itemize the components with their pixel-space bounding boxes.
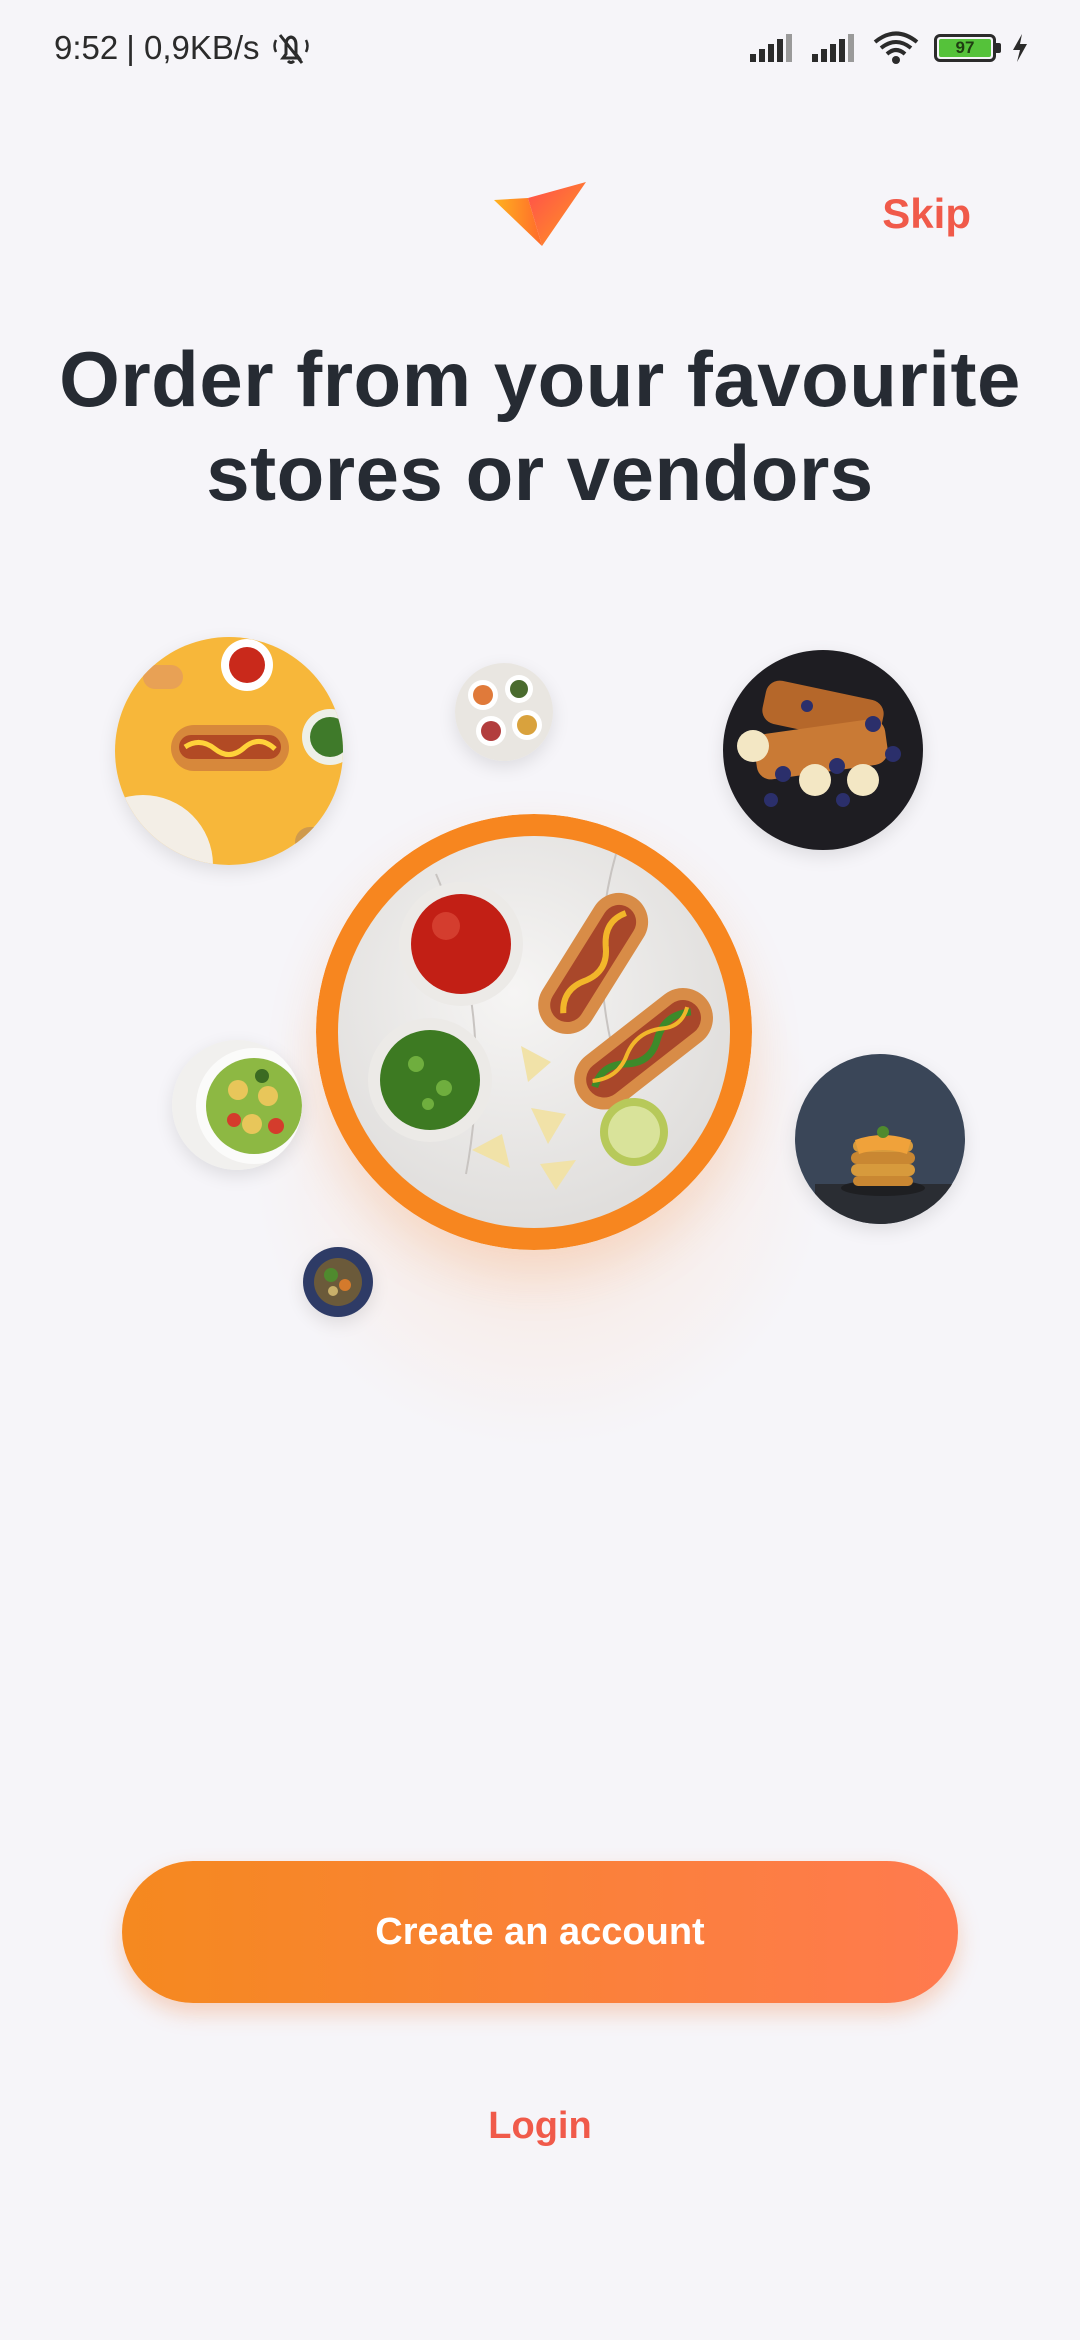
login-link[interactable]: Login (0, 2105, 1080, 2148)
food-illustration (0, 620, 1080, 1450)
page-title-line-2: stores or vendors (206, 429, 874, 517)
signal-icon (812, 34, 854, 62)
status-time: 9:52 (54, 29, 119, 66)
mute-icon (272, 34, 309, 64)
create-account-button[interactable]: Create an account (122, 1861, 958, 2003)
page-title: Order from your favourite stores or vend… (0, 332, 1080, 520)
hotdog-plate-photo (316, 814, 752, 1250)
battery-level: 97 (939, 38, 991, 57)
salad-bowls-photo (455, 663, 553, 761)
onboarding-screen: 9:52 | 0,9KB/s 97 Skip Order from your f… (0, 0, 1080, 2340)
status-bar: 9:52 | 0,9KB/s 97 (0, 0, 1080, 96)
wifi-icon (873, 31, 919, 64)
status-right: 97 (748, 28, 1030, 68)
page-title-line-1: Order from your favourite (59, 335, 1021, 423)
charging-icon (1013, 34, 1027, 62)
brand-logo (494, 182, 586, 246)
battery-icon: 97 (934, 34, 1001, 62)
french-toast-photo (723, 650, 923, 850)
battery-cap (996, 43, 1001, 53)
hotdog-photo (115, 637, 343, 865)
signal-icon (750, 34, 792, 62)
pancakes-photo (795, 1054, 965, 1224)
small-bowl-photo (303, 1247, 373, 1317)
skip-button[interactable]: Skip (882, 190, 971, 238)
status-left: 9:52 | 0,9KB/s (54, 26, 314, 70)
network-speed: | 0,9KB/s (126, 29, 260, 66)
pasta-salad-photo (172, 1040, 302, 1170)
